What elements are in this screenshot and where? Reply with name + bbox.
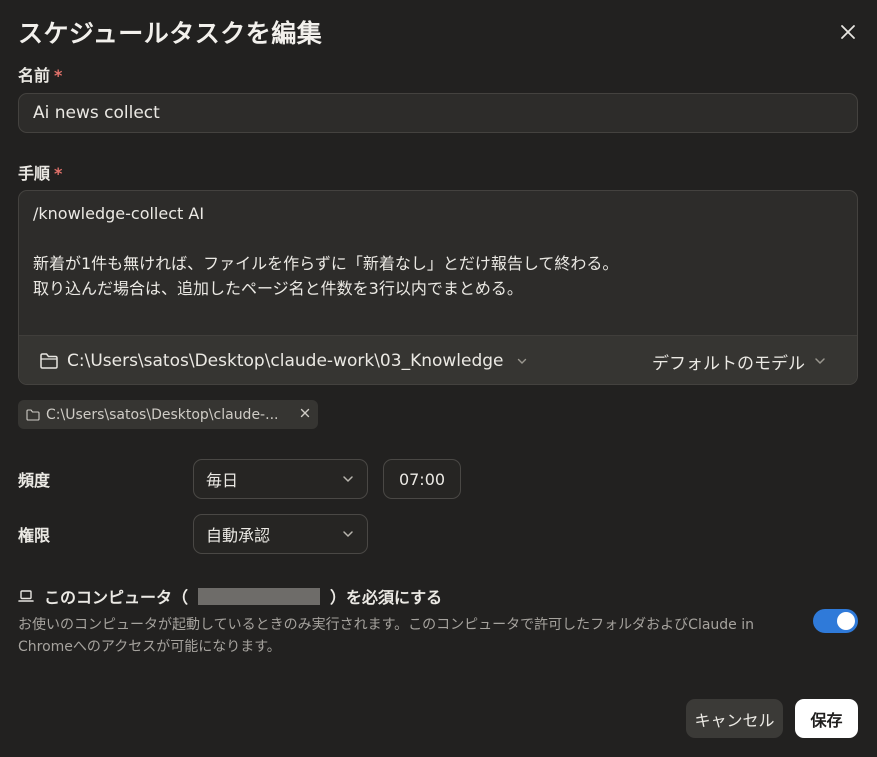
cancel-button[interactable]: キャンセル bbox=[686, 699, 783, 738]
name-input-value: Ai news collect bbox=[33, 103, 160, 123]
folder-icon bbox=[26, 408, 40, 421]
computer-requirement-description: お使いのコンピュータが起動しているときのみ実行されます。このコンピュータで許可し… bbox=[18, 617, 755, 655]
computer-requirement-toggle[interactable] bbox=[813, 609, 858, 633]
required-mark: * bbox=[54, 66, 63, 85]
folder-selector[interactable]: C:\Users\satos\Desktop\claude-work\03_Kn… bbox=[39, 336, 528, 384]
frequency-select[interactable]: 毎日 bbox=[193, 459, 368, 499]
permission-select[interactable]: 自動承認 bbox=[193, 514, 368, 554]
laptop-icon bbox=[18, 590, 34, 602]
folder-chip: C:\Users\satos\Desktop\claude-... bbox=[18, 400, 318, 429]
close-icon bbox=[841, 25, 855, 39]
dialog-title: スケジュールタスクを編集 bbox=[18, 19, 323, 48]
model-selector[interactable]: デフォルトのモデル bbox=[652, 336, 827, 384]
chevron-down-icon bbox=[343, 476, 353, 483]
save-button[interactable]: 保存 bbox=[795, 699, 858, 738]
steps-toolbar: C:\Users\satos\Desktop\claude-work\03_Kn… bbox=[19, 335, 857, 384]
name-label: 名前 * bbox=[18, 66, 63, 85]
close-button[interactable] bbox=[834, 18, 862, 46]
computer-requirement-title: このコンピュータ（ ）を必須にする bbox=[18, 584, 442, 608]
redacted-computer-name bbox=[198, 587, 321, 605]
frequency-value: 毎日 bbox=[206, 471, 239, 490]
computer-title-suffix: ）を必須にする bbox=[330, 588, 443, 607]
toggle-knob bbox=[837, 612, 855, 630]
steps-textarea[interactable]: /knowledge-collect AI 新着が1件も無ければ、ファイルを作ら… bbox=[33, 201, 843, 301]
frequency-label: 頻度 bbox=[18, 471, 51, 490]
chevron-down-icon bbox=[815, 358, 825, 365]
steps-textarea-container: /knowledge-collect AI 新着が1件も無ければ、ファイルを作ら… bbox=[18, 190, 858, 385]
permission-label: 権限 bbox=[18, 526, 51, 545]
folder-chip-text: C:\Users\satos\Desktop\claude-... bbox=[46, 406, 279, 423]
chevron-down-icon bbox=[343, 531, 353, 538]
close-icon bbox=[300, 408, 310, 418]
permission-value: 自動承認 bbox=[206, 526, 271, 545]
folder-path: C:\Users\satos\Desktop\claude-work\03_Kn… bbox=[67, 351, 504, 371]
model-label: デフォルトのモデル bbox=[652, 353, 805, 374]
name-input[interactable]: Ai news collect bbox=[18, 93, 858, 133]
time-value: 07:00 bbox=[398, 469, 446, 489]
remove-folder-button[interactable] bbox=[300, 407, 310, 422]
required-mark: * bbox=[54, 164, 63, 183]
chevron-down-icon bbox=[517, 358, 526, 364]
steps-label: 手順 * bbox=[18, 164, 63, 183]
time-input[interactable]: 07:00 bbox=[383, 459, 461, 499]
computer-title-prefix: このコンピュータ（ bbox=[44, 588, 189, 607]
folder-icon bbox=[40, 353, 58, 369]
